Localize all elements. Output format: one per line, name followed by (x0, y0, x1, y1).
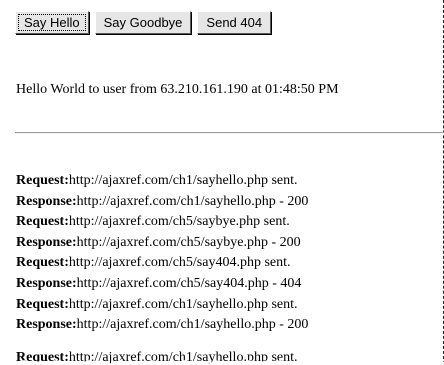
log-entry: Request:http://ajaxref.com/ch5/say404.ph… (16, 253, 440, 274)
response-message: Hello World to user from 63.210.161.190 … (16, 82, 339, 97)
log-label: Response: (16, 193, 77, 209)
divider (15, 132, 444, 134)
torn-edge (0, 360, 444, 365)
send-404-button[interactable]: Send 404 (197, 11, 272, 34)
log-entry: Request:http://ajaxref.com/ch1/sayhello.… (16, 171, 440, 192)
log-entry: Request:http://ajaxref.com/ch5/saybye.ph… (16, 212, 440, 233)
log-text: http://ajaxref.com/ch5/say404.php sent. (68, 255, 291, 271)
log-label: Request: (16, 173, 69, 188)
log-label: Request: (16, 255, 69, 271)
log-text: http://ajaxref.com/ch1/sayhello.php - 20… (76, 193, 309, 209)
log-entry: Response:http://ajaxref.com/ch5/say404.p… (16, 274, 440, 295)
log-label: Response: (16, 317, 77, 333)
log-text: http://ajaxref.com/ch1/sayhello.php sent… (68, 173, 298, 188)
say-hello-button[interactable]: Say Hello (15, 11, 89, 34)
request-log: Request:http://ajaxref.com/ch1/sayhello.… (16, 171, 440, 336)
log-entry: Response:http://ajaxref.com/ch1/sayhello… (16, 192, 440, 213)
log-entry: Response:http://ajaxref.com/ch1/sayhello… (16, 315, 440, 336)
log-text: http://ajaxref.com/ch1/sayhello.php sent… (68, 296, 298, 312)
log-label: Response: (16, 234, 77, 250)
log-label: Request: (16, 214, 69, 230)
say-goodbye-button[interactable]: Say Goodbye (94, 11, 192, 34)
log-entry: Request:http://ajaxref.com/ch1/sayhello.… (16, 295, 440, 316)
log-text: http://ajaxref.com/ch1/sayhello.php - 20… (76, 317, 309, 333)
log-label: Request: (16, 296, 69, 312)
button-toolbar: Say Hello Say Goodbye Send 404 (15, 11, 272, 34)
log-text: http://ajaxref.com/ch5/saybye.php - 200 (76, 234, 301, 250)
log-text: http://ajaxref.com/ch5/saybye.php sent. (68, 214, 290, 230)
log-entry: Response:http://ajaxref.com/ch5/saybye.p… (16, 233, 440, 254)
log-label: Response: (16, 275, 77, 291)
log-text: http://ajaxref.com/ch5/say404.php - 404 (76, 275, 302, 291)
